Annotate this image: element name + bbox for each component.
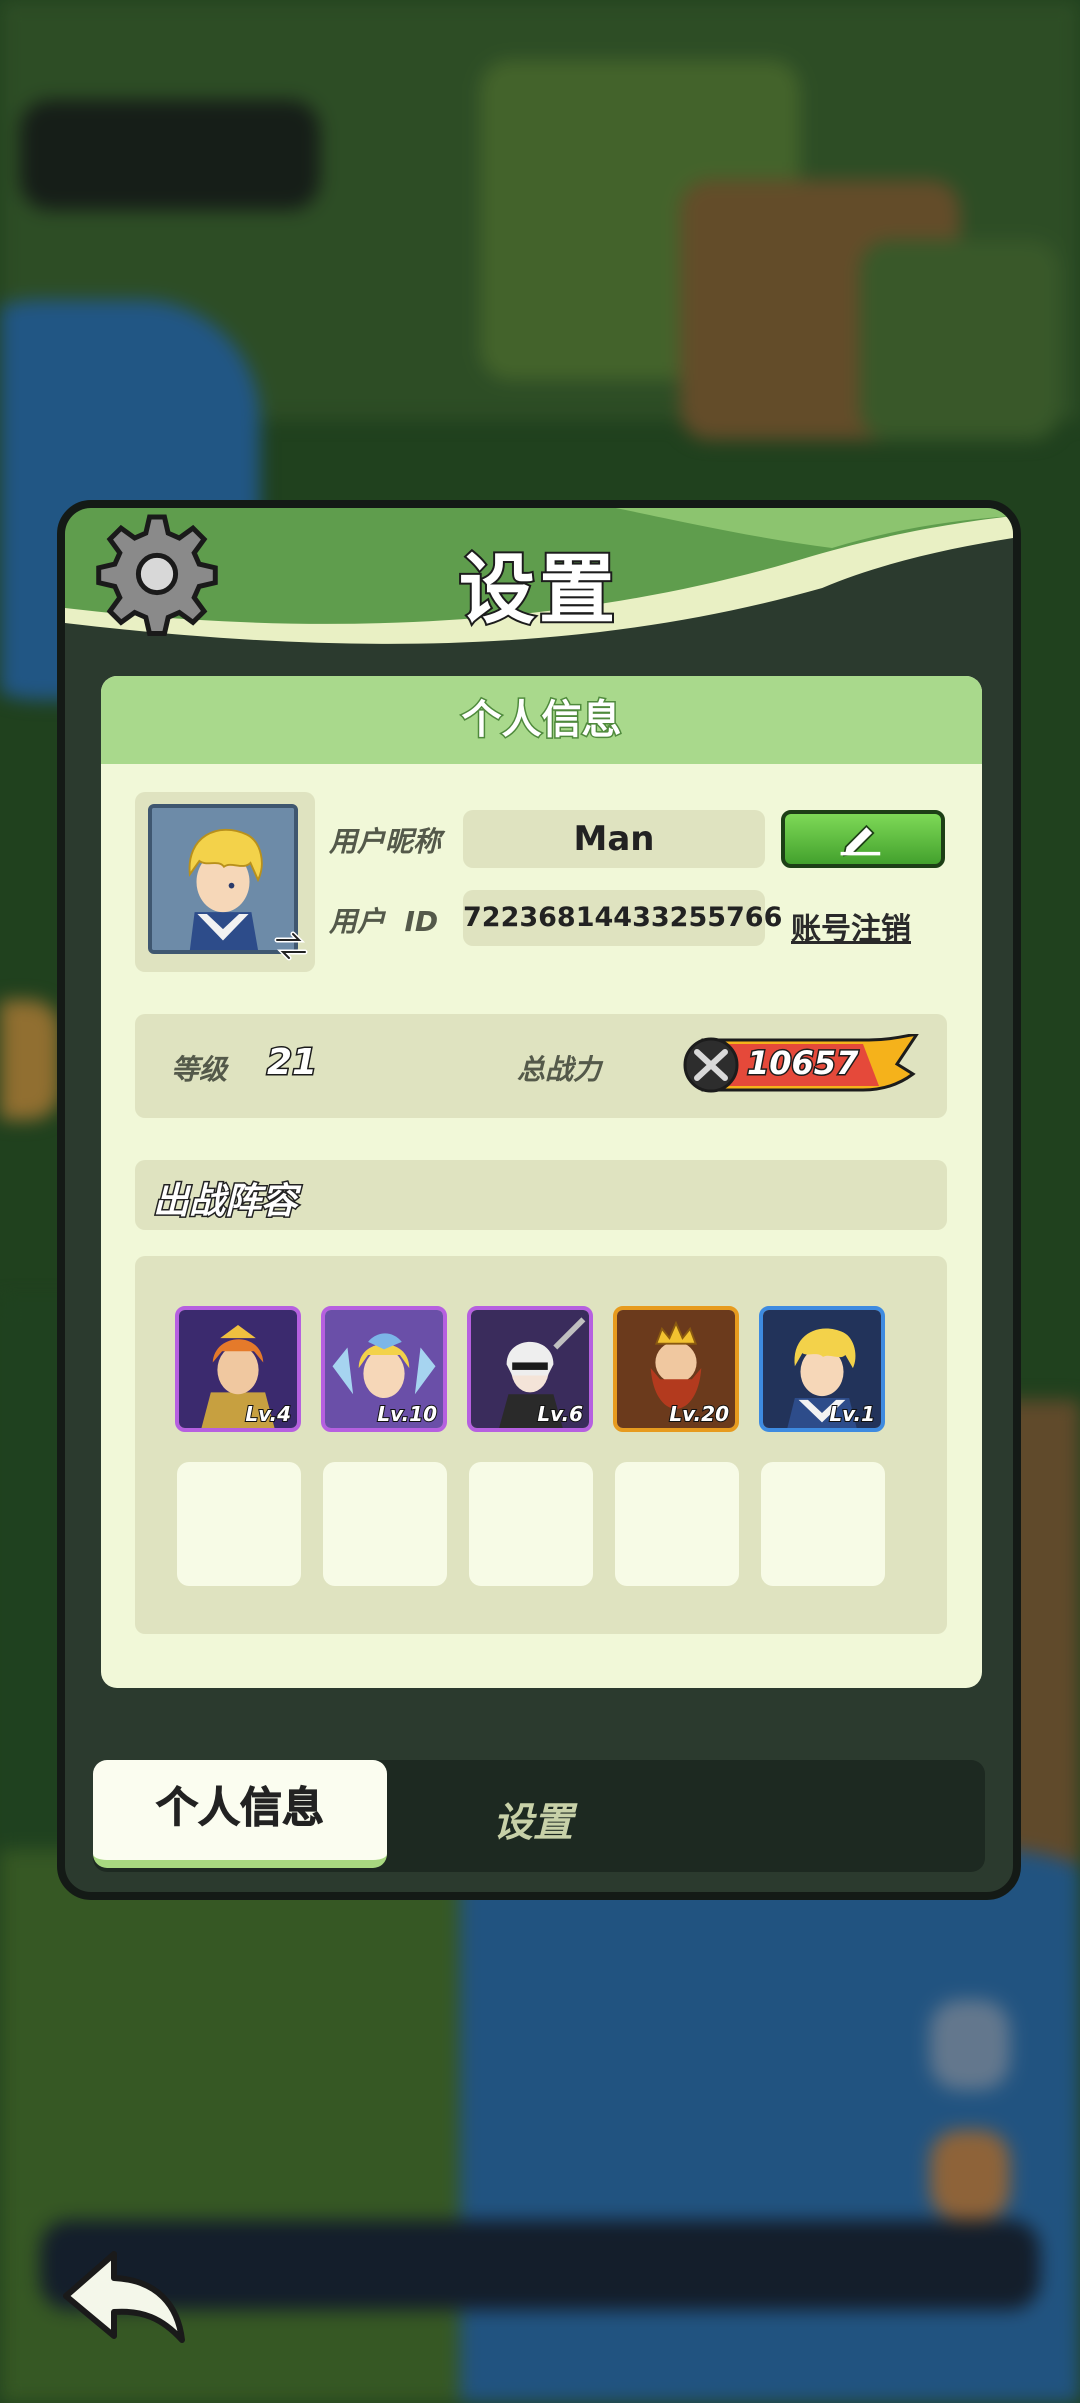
hero-slot-1[interactable]: Lv.4 xyxy=(175,1306,301,1432)
hero-slot-4[interactable]: Lv.20 xyxy=(613,1306,739,1432)
empty-hero-slot[interactable] xyxy=(761,1462,885,1586)
hero-slot-3[interactable]: Lv.6 xyxy=(467,1306,593,1432)
section-title: 个人信息 xyxy=(101,676,982,764)
hero-slot-2[interactable]: Lv.10 xyxy=(321,1306,447,1432)
user-id-field: 72236814433255766 xyxy=(463,890,782,946)
hero-level: Lv.20 xyxy=(668,1401,730,1427)
panel-header: 设置 xyxy=(65,508,1013,658)
empty-hero-slot[interactable] xyxy=(323,1462,447,1586)
nickname-field: Man xyxy=(463,810,765,868)
account-cancel-link[interactable]: 账号注销 xyxy=(791,904,911,948)
nickname-label: 用户昵称 xyxy=(329,825,442,858)
hero-level: Lv.1 xyxy=(828,1401,876,1427)
stats-bar: 等级 21 总战力 10657 xyxy=(135,1014,947,1118)
lineup-title: 出战阵容 xyxy=(151,1180,298,1224)
tab-bar: 个人信息 设置 xyxy=(93,1760,985,1872)
panel-title: 设置 xyxy=(457,543,619,636)
swap-avatar-icon xyxy=(274,931,308,961)
edit-nickname-button[interactable] xyxy=(781,810,945,868)
lineup-area: Lv.4 Lv.10 Lv.6 Lv.20 Lv.1 xyxy=(135,1256,947,1634)
empty-hero-slot[interactable] xyxy=(177,1462,301,1586)
empty-hero-slot[interactable] xyxy=(615,1462,739,1586)
power-label: 总战力 xyxy=(517,1053,602,1086)
power-value: 10657 xyxy=(745,1043,859,1084)
tab-settings[interactable]: 设置 xyxy=(493,1790,573,1848)
profile-card: 个人信息 用户昵称 Man 用户 ID 72236814433255766 账号… xyxy=(101,676,982,1688)
tab-profile[interactable]: 个人信息 xyxy=(93,1760,387,1868)
settings-panel: 设置 个人信息 用户昵称 Man 用户 ID 72236814433255766… xyxy=(57,500,1021,1900)
hero-level: Lv.6 xyxy=(536,1401,584,1427)
user-id-label: 用户 ID xyxy=(329,905,439,938)
level-label: 等级 xyxy=(171,1053,228,1086)
hero-level: Lv.4 xyxy=(244,1401,292,1427)
back-arrow-icon[interactable] xyxy=(58,2240,194,2350)
hero-slot-5[interactable]: Lv.1 xyxy=(759,1306,885,1432)
lineup-header: 出战阵容 xyxy=(135,1160,947,1230)
empty-hero-slot[interactable] xyxy=(469,1462,593,1586)
level-value: 21 xyxy=(265,1041,318,1085)
avatar-button[interactable] xyxy=(135,792,315,972)
pencil-icon xyxy=(840,824,881,857)
hero-level: Lv.10 xyxy=(376,1401,438,1427)
